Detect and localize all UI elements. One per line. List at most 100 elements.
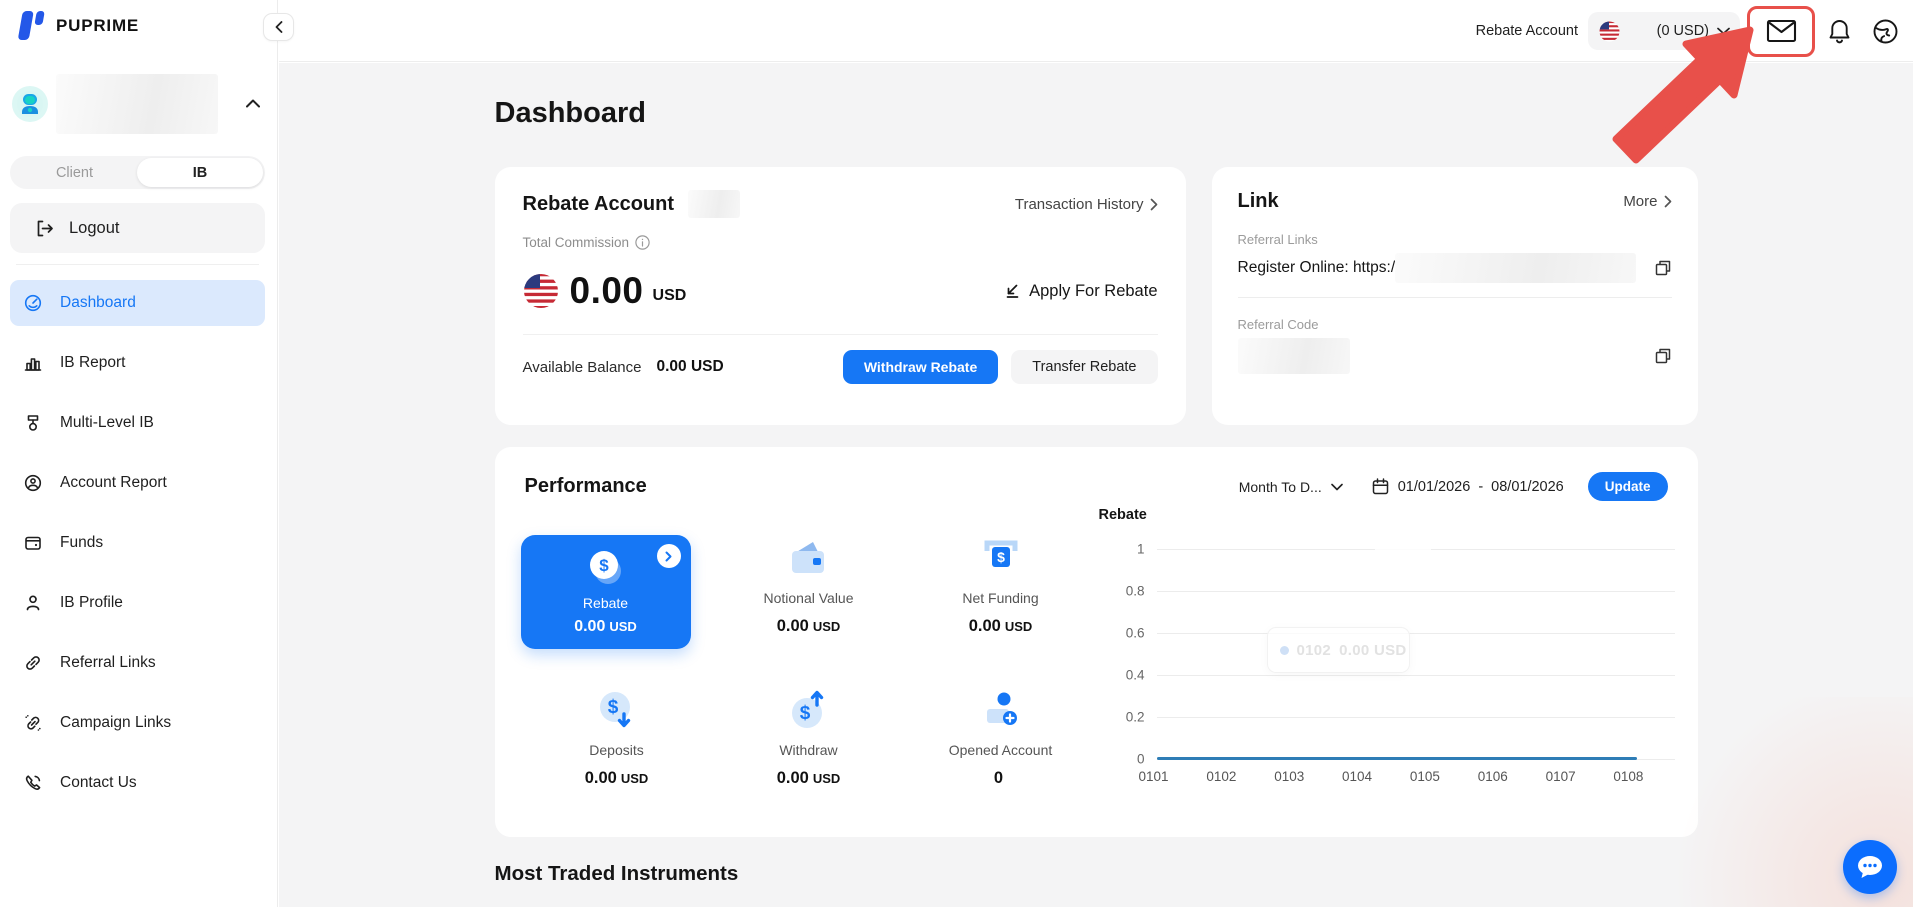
- tile-rebate[interactable]: $ Rebate 0.00 USD: [520, 535, 691, 649]
- gridline: [1156, 717, 1675, 718]
- sidebar-item-referral-links[interactable]: Referral Links: [10, 640, 265, 686]
- referral-code-label: Referral Code: [1237, 317, 1319, 332]
- app-root: PUPRIME Client IB Logout Dashboard IB Re…: [0, 0, 1913, 907]
- info-icon[interactable]: [635, 235, 650, 250]
- mail-icon[interactable]: [1766, 18, 1797, 44]
- chevron-up-icon[interactable]: [246, 95, 260, 113]
- transfer-rebate-button[interactable]: Transfer Rebate: [1011, 350, 1158, 384]
- copy-icon: [1655, 348, 1670, 364]
- sidebar-menu: Dashboard IB Report Multi-Level IB Accou…: [10, 280, 265, 806]
- tile-deposits[interactable]: $ Deposits 0.00 USD: [521, 687, 713, 839]
- x-axis-tick: 0108: [1613, 769, 1644, 784]
- copy-icon: [1655, 260, 1670, 276]
- tile-unit: USD: [812, 619, 841, 634]
- language-button[interactable]: [1872, 18, 1899, 45]
- available-balance-value: 0.00 USD: [656, 358, 724, 375]
- series-line: [1156, 757, 1637, 760]
- transaction-history-link[interactable]: Transaction History: [1015, 196, 1158, 213]
- gridline: [1156, 633, 1675, 634]
- page-title: Dashboard: [494, 97, 646, 129]
- us-flag-icon: [1599, 21, 1620, 41]
- tile-opened-account[interactable]: Opened Account 0: [905, 687, 1097, 839]
- sidebar-divider: [16, 264, 259, 265]
- tile-value: 0.00: [968, 617, 1001, 635]
- more-link[interactable]: More: [1623, 193, 1671, 210]
- tile-value: 0.00: [776, 617, 809, 635]
- sidebar-item-contact-us[interactable]: Contact Us: [10, 760, 265, 806]
- switch-option-ib[interactable]: IB: [137, 158, 263, 187]
- update-button[interactable]: Update: [1587, 472, 1668, 501]
- sidebar-collapse-button[interactable]: [263, 13, 294, 41]
- copy-referral-link-button[interactable]: [1654, 259, 1672, 277]
- account-selector[interactable]: (0 USD): [1588, 12, 1740, 50]
- notifications-button[interactable]: [1827, 18, 1852, 45]
- sidebar-item-campaign-links[interactable]: Campaign Links: [10, 700, 265, 746]
- sidebar-item-label: Multi-Level IB: [60, 414, 154, 431]
- withdraw-rebate-button[interactable]: Withdraw Rebate: [842, 350, 999, 384]
- tile-value: 0.00: [776, 769, 809, 787]
- x-axis-tick: 0106: [1477, 769, 1508, 784]
- logout-button[interactable]: Logout: [10, 203, 265, 253]
- total-commission-amount: 0.00: [569, 270, 644, 311]
- profile-section[interactable]: [12, 74, 266, 134]
- chevron-down-icon: [1330, 483, 1343, 490]
- x-axis-tick: 0102: [1206, 769, 1237, 784]
- calendar-icon: [1372, 478, 1388, 495]
- dashboard-icon: [24, 294, 42, 312]
- apply-for-rebate-link[interactable]: Apply For Rebate: [1003, 282, 1158, 301]
- sidebar-item-dashboard[interactable]: Dashboard: [10, 280, 265, 326]
- card-divider: [522, 334, 1158, 335]
- link-card-title: Link: [1237, 190, 1279, 212]
- robot-avatar-icon: [17, 91, 43, 117]
- tooltip-x-label: 0102: [1296, 641, 1332, 659]
- live-chat-button[interactable]: [1843, 840, 1897, 894]
- apply-rebate-icon: [1006, 284, 1019, 298]
- sidebar-item-ib-report[interactable]: IB Report: [10, 340, 265, 386]
- x-axis-tick: 0104: [1342, 769, 1373, 784]
- redacted-account-number: [688, 190, 741, 218]
- sidebar-item-ib-profile[interactable]: IB Profile: [10, 580, 265, 626]
- user-icon: [26, 595, 40, 611]
- header-right-cluster: Rebate Account (0 USD): [1476, 0, 1899, 62]
- y-axis-tick: 0: [1136, 751, 1145, 767]
- copy-referral-code-button[interactable]: [1654, 347, 1672, 365]
- tile-net-funding[interactable]: $ Net Funding 0.00 USD: [905, 535, 1097, 687]
- tile-label: Net Funding: [962, 590, 1039, 606]
- chart-tooltip: 0102 0.00 USD: [1266, 627, 1410, 673]
- sidebar-item-label: Campaign Links: [60, 714, 172, 731]
- account-type-label: Rebate Account: [1475, 23, 1578, 39]
- switch-option-client[interactable]: Client: [12, 165, 137, 181]
- summary-row: Rebate Account Transaction History Total…: [494, 167, 1698, 425]
- tile-chevron-badge[interactable]: [656, 544, 681, 568]
- chevron-left-icon: [275, 21, 282, 33]
- logout-label: Logout: [69, 218, 120, 237]
- sidebar-item-funds[interactable]: Funds: [10, 520, 265, 566]
- client-ib-switch: Client IB: [10, 156, 265, 189]
- sidebar-item-account-report[interactable]: Account Report: [10, 460, 265, 506]
- tile-unit: USD: [609, 618, 637, 634]
- tile-unit: USD: [812, 771, 841, 786]
- y-axis-tick: 0.2: [1125, 709, 1145, 725]
- tile-notional-value[interactable]: Notional Value 0.00 USD: [713, 535, 905, 687]
- globe-icon: [1873, 19, 1898, 43]
- logout-icon: [37, 220, 53, 236]
- tile-label: Notional Value: [763, 590, 854, 606]
- svg-text:$: $: [599, 556, 609, 575]
- tile-unit: USD: [620, 771, 649, 786]
- bell-icon: [1829, 19, 1850, 43]
- x-axis-tick: 0105: [1409, 769, 1440, 784]
- dollar-up-icon: $: [787, 687, 831, 733]
- tile-withdraw[interactable]: $ Withdraw 0.00 USD: [713, 687, 905, 839]
- tooltip-series-dot: [1279, 645, 1289, 655]
- performance-tiles: $ Rebate 0.00 USD Notional Value 0.00 US…: [520, 535, 1097, 839]
- sidebar-item-multi-level-ib[interactable]: Multi-Level IB: [10, 400, 265, 446]
- period-dropdown[interactable]: Month To D...: [1239, 479, 1343, 495]
- transaction-history-label: Transaction History: [1014, 195, 1144, 213]
- y-axis-tick: 0.6: [1125, 625, 1145, 641]
- avatar: [12, 86, 48, 122]
- date-range-picker[interactable]: 01/01/2026 - 08/01/2026: [1371, 477, 1564, 496]
- dollar-down-icon: $: [595, 687, 639, 733]
- svg-text:$: $: [997, 549, 1005, 565]
- tooltip-value: 0.00 USD: [1339, 641, 1407, 659]
- phone-icon: [25, 775, 41, 790]
